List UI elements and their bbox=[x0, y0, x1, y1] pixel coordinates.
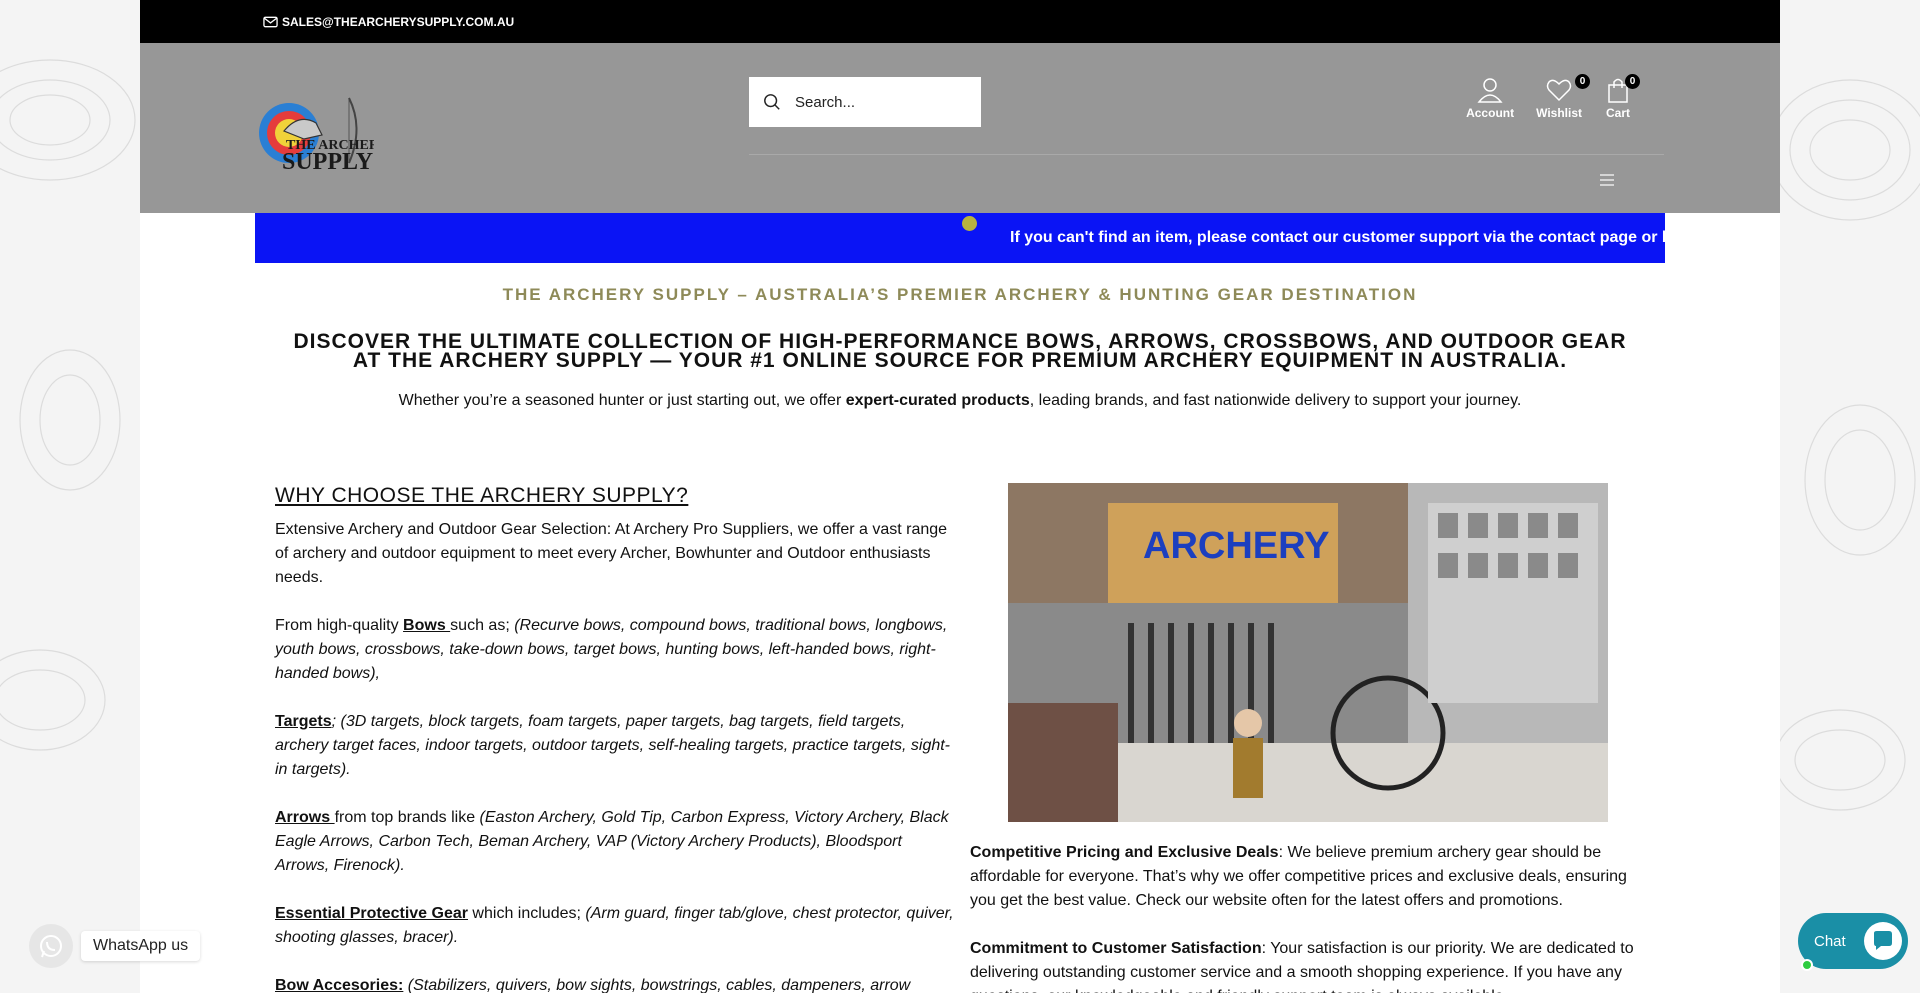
whatsapp-icon[interactable] bbox=[29, 924, 73, 968]
site-header: THE ARCHERY SUPPLY Account bbox=[140, 43, 1780, 213]
account-label: Account bbox=[1466, 106, 1515, 120]
site-logo[interactable]: THE ARCHERY SUPPLY bbox=[254, 93, 389, 208]
benefits-section: Competitive Pricing and Exclusive Deals:… bbox=[970, 841, 1650, 993]
bows-paragraph: From high-quality Bows such as; (Recurve… bbox=[275, 614, 955, 686]
targets-link[interactable]: Targets bbox=[275, 713, 332, 730]
top-bar: SALES@THEARCHERYSUPPLY.COM.AU bbox=[140, 0, 1780, 43]
online-status-indicator bbox=[1801, 959, 1813, 971]
contact-email[interactable]: SALES@THEARCHERYSUPPLY.COM.AU bbox=[282, 15, 514, 29]
protective-mid: which includes; bbox=[467, 905, 586, 922]
announcement-bar: If you can't find an item, please contac… bbox=[255, 213, 1665, 263]
intro-bold: expert-curated products bbox=[845, 392, 1030, 409]
pricing-paragraph: Competitive Pricing and Exclusive Deals:… bbox=[970, 841, 1650, 913]
header-divider bbox=[749, 154, 1664, 155]
whatsapp-widget[interactable]: WhatsApp us bbox=[29, 924, 201, 968]
arrows-mid: from top brands like bbox=[334, 809, 480, 826]
accessories-list: (Stabilizers, quivers, bow sights, bowst… bbox=[403, 977, 911, 993]
store-photo: ARCHERY bbox=[1008, 483, 1608, 822]
satisfaction-bold: Commitment to Customer Satisfaction bbox=[970, 940, 1262, 957]
wishlist-count-badge: 0 bbox=[1575, 74, 1590, 89]
intro-text-start: Whether you’re a seasoned hunter or just… bbox=[398, 392, 846, 409]
pricing-bold: Competitive Pricing and Exclusive Deals bbox=[970, 844, 1279, 861]
hero-intro: Whether you’re a seasoned hunter or just… bbox=[140, 392, 1780, 410]
why-heading: WHY CHOOSE THE ARCHERY SUPPLY? bbox=[275, 484, 689, 507]
intro-text-end: , leading brands, and fast nationwide de… bbox=[1029, 392, 1522, 409]
chat-widget[interactable]: Chat bbox=[1798, 913, 1908, 971]
header-actions: Account 0 Wishlist 0 Cart bbox=[1466, 74, 1640, 120]
search-input[interactable] bbox=[795, 93, 965, 111]
cart-count-badge: 0 bbox=[1625, 74, 1640, 89]
search-box[interactable] bbox=[749, 77, 981, 127]
why-choose-section: WHY CHOOSE THE ARCHERY SUPPLY? Extensive… bbox=[275, 482, 955, 993]
hero-tagline: THE ARCHERY SUPPLY – AUSTRALIA’S PREMIER… bbox=[502, 285, 1418, 304]
why-paragraph-1: Extensive Archery and Outdoor Gear Selec… bbox=[275, 521, 948, 586]
satisfaction-paragraph: Commitment to Customer Satisfaction: You… bbox=[970, 937, 1650, 993]
targets-list: (3D targets, block targets, foam targets… bbox=[275, 713, 951, 778]
cart-link[interactable]: 0 Cart bbox=[1604, 74, 1640, 120]
whatsapp-label[interactable]: WhatsApp us bbox=[81, 931, 201, 961]
hamburger-menu-icon[interactable] bbox=[1599, 173, 1615, 187]
bows-mid: such as; bbox=[450, 617, 515, 634]
account-link[interactable]: Account bbox=[1466, 76, 1514, 120]
wishlist-heart-icon bbox=[1546, 79, 1572, 102]
arrows-paragraph: Arrows from top brands like (Easton Arch… bbox=[275, 806, 955, 878]
wishlist-link[interactable]: 0 Wishlist bbox=[1536, 74, 1590, 120]
wishlist-label: Wishlist bbox=[1536, 106, 1582, 120]
bow-accessories-link[interactable]: Bow Accesories: bbox=[275, 977, 403, 993]
page-container: SALES@THEARCHERYSUPPLY.COM.AU THE ARCHER… bbox=[140, 0, 1780, 993]
arrows-link[interactable]: Arrows bbox=[275, 809, 335, 826]
accessories-paragraph: Bow Accesories: (Stabilizers, quivers, b… bbox=[275, 974, 955, 993]
announcement-dot bbox=[962, 216, 977, 231]
protective-paragraph: Essential Protective Gear which includes… bbox=[275, 902, 955, 950]
store-sign-text: ARCHERY bbox=[1143, 525, 1330, 567]
chat-bubble-icon[interactable] bbox=[1864, 922, 1902, 960]
announcement-text[interactable]: If you can't find an item, please contac… bbox=[1010, 229, 1665, 247]
chat-label: Chat bbox=[1814, 932, 1846, 950]
bows-link[interactable]: Bows bbox=[403, 617, 450, 634]
hero-heading: DISCOVER THE ULTIMATE COLLECTION OF HIGH… bbox=[293, 330, 1627, 372]
account-icon bbox=[1477, 78, 1503, 103]
bows-prefix: From high-quality bbox=[275, 617, 404, 634]
cart-label: Cart bbox=[1605, 106, 1630, 120]
targets-sep: ; bbox=[331, 713, 341, 730]
logo-text-line2: SUPPLY bbox=[282, 149, 373, 173]
mail-icon bbox=[263, 16, 278, 27]
search-icon[interactable] bbox=[763, 93, 781, 111]
protective-gear-link[interactable]: Essential Protective Gear bbox=[275, 905, 468, 922]
targets-paragraph: Targets; (3D targets, block targets, foa… bbox=[275, 710, 955, 782]
